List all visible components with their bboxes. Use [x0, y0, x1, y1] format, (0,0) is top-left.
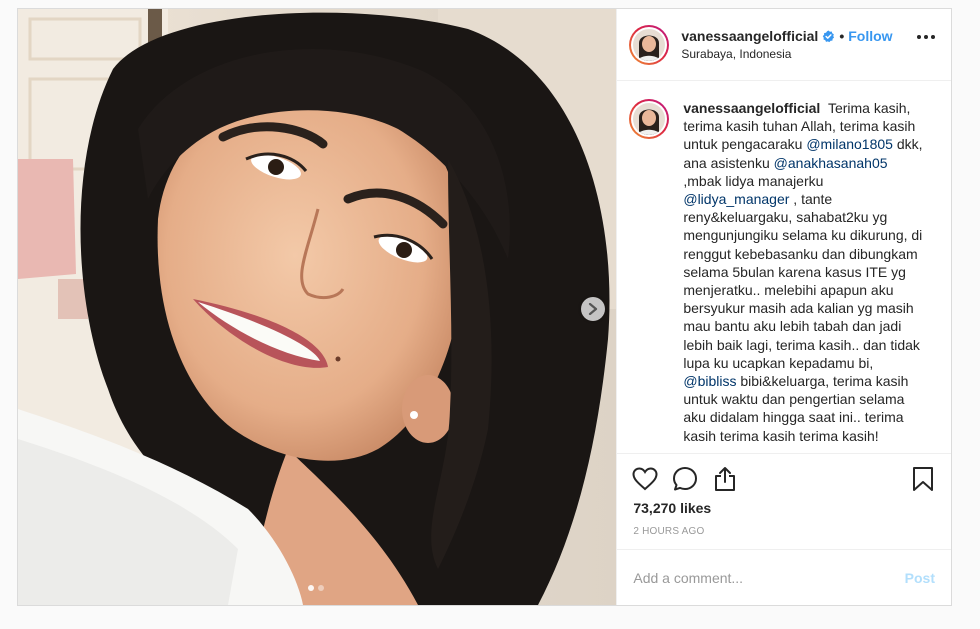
mention-link[interactable]: @milano1805 — [806, 136, 893, 152]
mention-link[interactable]: @lidya_manager — [683, 191, 789, 207]
carousel-dot — [318, 585, 324, 591]
caption-segment: ,mbak lidya manajerku — [683, 172, 824, 189]
caption-text: vanessaangelofficial Terima kasih, terim… — [683, 99, 928, 453]
caption-avatar[interactable] — [629, 99, 670, 139]
location-link[interactable]: Surabaya, Indonesia — [681, 47, 892, 61]
separator-dot: • — [839, 28, 845, 44]
carousel-indicator — [308, 585, 324, 591]
avatar[interactable] — [629, 24, 670, 65]
comment-icon — [673, 467, 698, 491]
likes-count[interactable]: 73,270 likes — [631, 500, 937, 516]
share-icon — [715, 467, 736, 491]
instagram-post: vanessaangelofficial • Follow Surabaya, … — [17, 8, 952, 606]
more-horizontal-icon — [917, 35, 921, 39]
selfie-photo-illustration — [18, 9, 617, 605]
chevron-right-icon — [588, 303, 598, 315]
post-timestamp[interactable]: 2 HOURS AGO — [631, 526, 937, 537]
post-actions: 73,270 likes 2 HOURS AGO — [617, 453, 951, 549]
save-button[interactable] — [909, 465, 937, 493]
like-button[interactable] — [631, 465, 659, 493]
username-link[interactable]: vanessaangelofficial — [681, 28, 818, 44]
carousel-next-button[interactable] — [581, 297, 605, 321]
more-options-button[interactable] — [917, 35, 935, 39]
post-header: vanessaangelofficial • Follow Surabaya, … — [617, 9, 951, 81]
comment-button[interactable] — [671, 465, 699, 493]
carousel-dot-active — [308, 585, 314, 591]
profile-picture — [633, 28, 666, 61]
caption-area[interactable]: vanessaangelofficial Terima kasih, terim… — [617, 81, 951, 453]
share-button[interactable] — [711, 465, 739, 493]
bookmark-icon — [913, 467, 933, 491]
follow-button[interactable]: Follow — [848, 28, 892, 44]
profile-picture — [633, 103, 666, 135]
caption-segment: , tante reny&keluargaku, sahabat2ku yg m… — [683, 191, 923, 371]
post-side-panel: vanessaangelofficial • Follow Surabaya, … — [616, 9, 951, 605]
caption-username-link[interactable]: vanessaangelofficial — [683, 100, 820, 116]
comment-form: Post — [617, 549, 951, 605]
verified-badge-icon — [822, 30, 835, 43]
post-photo[interactable] — [18, 9, 617, 605]
post-comment-button[interactable]: Post — [905, 570, 935, 586]
mention-link[interactable]: @bibliss — [683, 373, 736, 389]
heart-icon — [632, 467, 658, 491]
comment-input[interactable] — [633, 569, 905, 586]
mention-link[interactable]: @anakhasanah05 — [774, 155, 888, 171]
